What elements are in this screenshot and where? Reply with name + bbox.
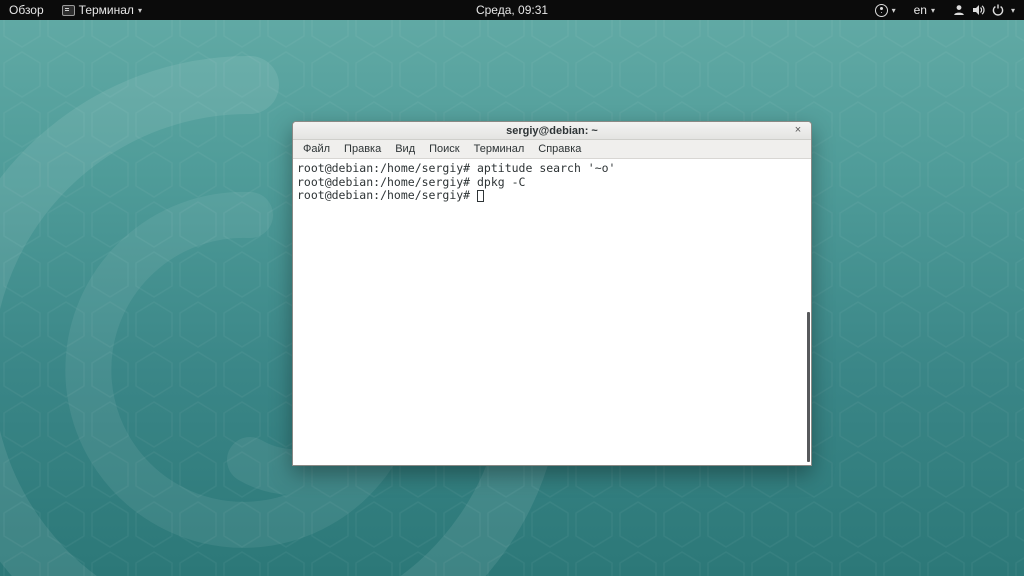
chevron-down-icon: ▾ (1010, 5, 1015, 15)
menu-file[interactable]: Файл (297, 141, 336, 157)
user-icon (954, 5, 964, 15)
scrollbar-thumb[interactable] (807, 312, 810, 462)
power-icon (992, 4, 1004, 16)
volume-icon (972, 5, 985, 15)
menu-help[interactable]: Справка (532, 141, 587, 157)
app-menu-terminal[interactable]: Терминал ▾ (53, 0, 151, 20)
terminal-output-area[interactable]: root@debian:/home/sergiy# aptitude searc… (293, 159, 811, 465)
terminal-scrollbar[interactable] (807, 159, 811, 465)
activities-button[interactable]: Обзор (0, 0, 53, 20)
terminal-cursor (477, 190, 485, 202)
accessibility-menu[interactable]: ▾ (866, 0, 905, 20)
menu-edit[interactable]: Правка (338, 141, 387, 157)
menu-search[interactable]: Поиск (423, 141, 465, 157)
activities-label: Обзор (9, 3, 44, 17)
window-title: sergiy@debian: ~ (506, 124, 598, 137)
menu-terminal[interactable]: Терминал (468, 141, 531, 157)
input-source-menu[interactable]: en ▾ (905, 0, 944, 20)
chevron-down-icon: ▾ (891, 5, 896, 15)
terminal-line: root@debian:/home/sergiy# (297, 188, 811, 203)
app-menu-label: Терминал (78, 3, 134, 17)
close-button[interactable]: × (791, 124, 805, 138)
system-menu[interactable]: ▾ (944, 0, 1024, 20)
menu-view[interactable]: Вид (389, 141, 421, 157)
terminal-prompt: root@debian:/home/sergiy# (297, 188, 478, 202)
terminal-window: sergiy@debian: ~ × Файл Правка Вид Поиск… (292, 121, 812, 466)
chevron-down-icon: ▾ (930, 5, 935, 15)
top-bar: Обзор Терминал ▾ Среда, 09:31 ▾ en ▾ ▾ (0, 0, 1024, 20)
terminal-icon (61, 4, 75, 16)
chevron-down-icon: ▾ (137, 5, 142, 15)
language-label: en (913, 3, 927, 17)
accessibility-icon (874, 3, 888, 17)
terminal-line: root@debian:/home/sergiy# aptitude searc… (297, 161, 616, 175)
terminal-line: root@debian:/home/sergiy# dpkg -C (297, 174, 526, 189)
menu-bar: Файл Правка Вид Поиск Терминал Справка (293, 140, 811, 159)
window-titlebar[interactable]: sergiy@debian: ~ × (293, 122, 811, 140)
